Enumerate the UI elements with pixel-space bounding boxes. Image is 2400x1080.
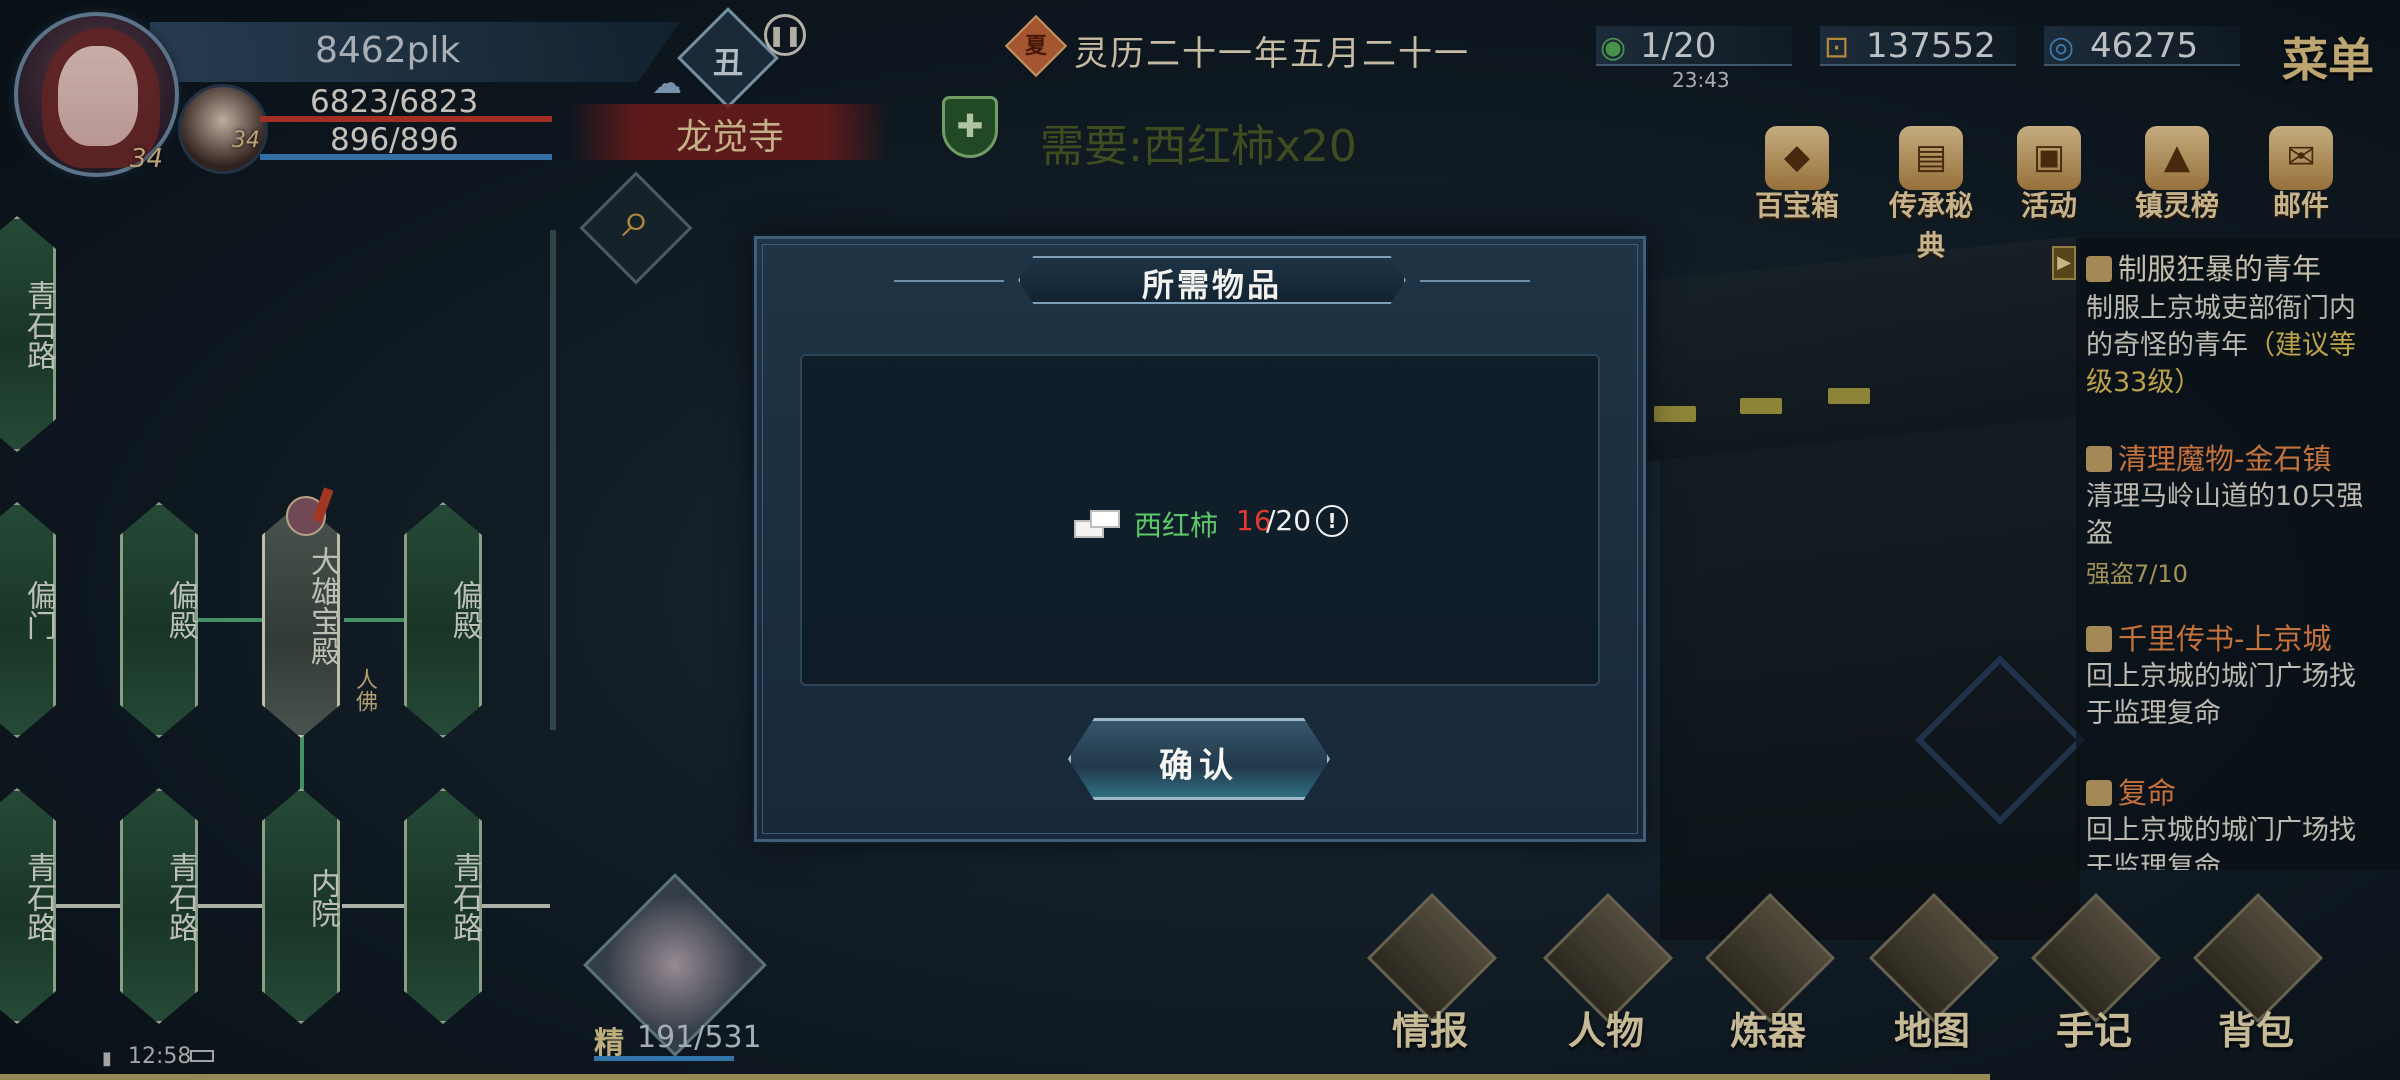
- item-required-count: /20: [1266, 504, 1312, 537]
- item-name: 西红柿: [1134, 509, 1219, 542]
- info-icon[interactable]: !: [1316, 505, 1348, 537]
- dialog-title: 所需物品: [1141, 266, 1282, 304]
- title-ornament: [1420, 280, 1530, 282]
- item-stack-icon: [1074, 504, 1122, 540]
- confirm-label: 确认: [1159, 746, 1239, 786]
- title-ornament: [894, 280, 1004, 282]
- item-box: [1090, 510, 1120, 528]
